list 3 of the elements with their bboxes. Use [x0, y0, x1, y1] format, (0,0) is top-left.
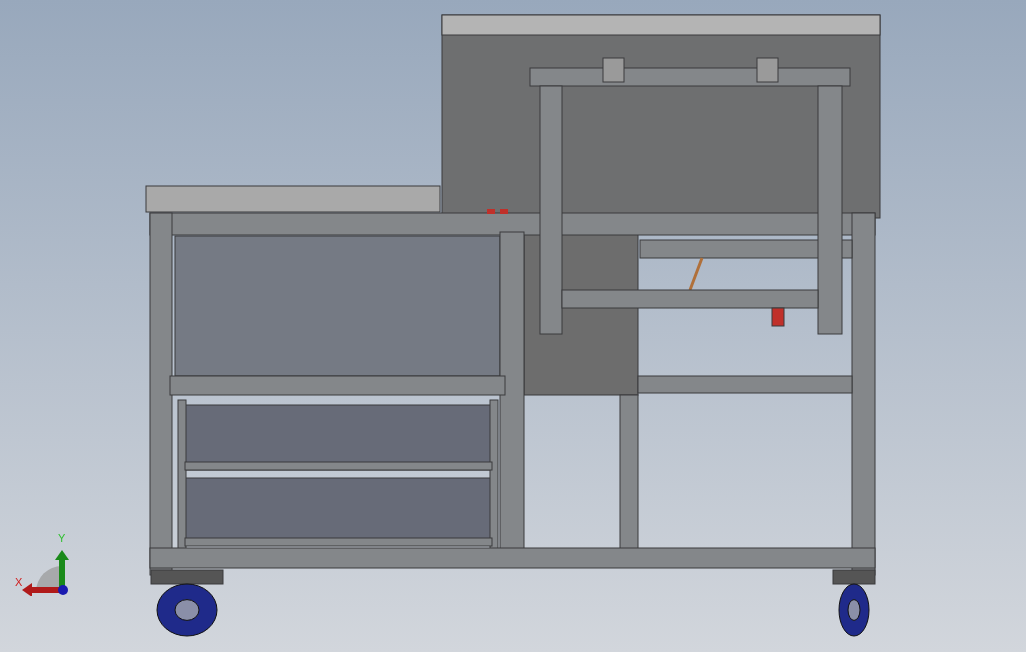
axis-triad-drawing: [22, 550, 72, 596]
y-axis-label: Y: [58, 533, 66, 544]
x-axis-label: X: [15, 577, 23, 588]
